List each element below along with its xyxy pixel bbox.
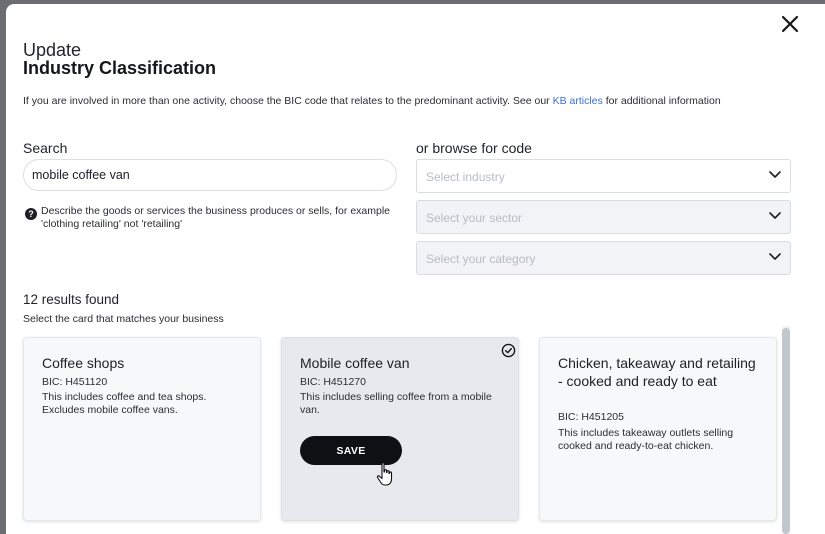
result-card-chicken-takeaway[interactable]: Chicken, takeaway and retailing - cooked… (539, 337, 777, 521)
hand-cursor-icon (376, 462, 393, 486)
card-bic: BIC: H451120 (42, 376, 108, 388)
card-bic: BIC: H451270 (300, 376, 366, 388)
chevron-down-icon (769, 212, 781, 219)
chevron-down-icon (769, 171, 781, 178)
intro-text-after: for additional information (605, 95, 721, 107)
results-count: 12 results found (23, 292, 120, 307)
card-description: This includes selling coffee from a mobi… (300, 391, 492, 416)
card-title: Coffee shops (42, 355, 125, 371)
select-sector-placeholder: Select your sector (426, 211, 523, 225)
results-scrollbar-thumb[interactable] (782, 328, 790, 534)
search-input[interactable] (23, 159, 397, 191)
card-title: Mobile coffee van (300, 355, 410, 371)
result-card-mobile-coffee-van[interactable]: Mobile coffee van BIC: H451270 This incl… (281, 337, 519, 521)
intro-text: If you are involved in more than one act… (23, 95, 763, 108)
select-category-dropdown[interactable]: Select your category (416, 241, 791, 275)
search-hint: ? Describe the goods or services the bus… (25, 205, 395, 231)
search-label: Search (23, 140, 68, 156)
card-bic: BIC: H451205 (558, 411, 624, 423)
select-category-placeholder: Select your category (426, 252, 536, 266)
chevron-down-icon (769, 253, 781, 260)
card-title: Chicken, takeaway and retailing - cooked… (558, 355, 756, 389)
kb-articles-link[interactable]: KB articles (553, 95, 603, 107)
card-description: This includes takeaway outlets selling c… (558, 427, 734, 452)
result-card-coffee-shops[interactable]: Coffee shops BIC: H451120 This includes … (23, 337, 261, 521)
select-industry-placeholder: Select industry (426, 170, 505, 184)
update-industry-modal: Update Industry Classification If you ar… (6, 4, 825, 534)
modal-title: Industry Classification (23, 58, 217, 78)
select-sector-dropdown[interactable]: Select your sector (416, 200, 791, 234)
results-instruction: Select the card that matches your busine… (23, 313, 224, 325)
card-description: This includes coffee and tea shops. Excl… (42, 391, 207, 416)
browse-label: or browse for code (416, 140, 532, 156)
question-circle-icon: ? (25, 208, 37, 220)
close-icon[interactable] (780, 14, 800, 34)
intro-text-before: If you are involved in more than one act… (23, 95, 550, 107)
select-industry-dropdown[interactable]: Select industry (416, 159, 791, 193)
search-hint-text: Describe the goods or services the busin… (41, 205, 391, 230)
